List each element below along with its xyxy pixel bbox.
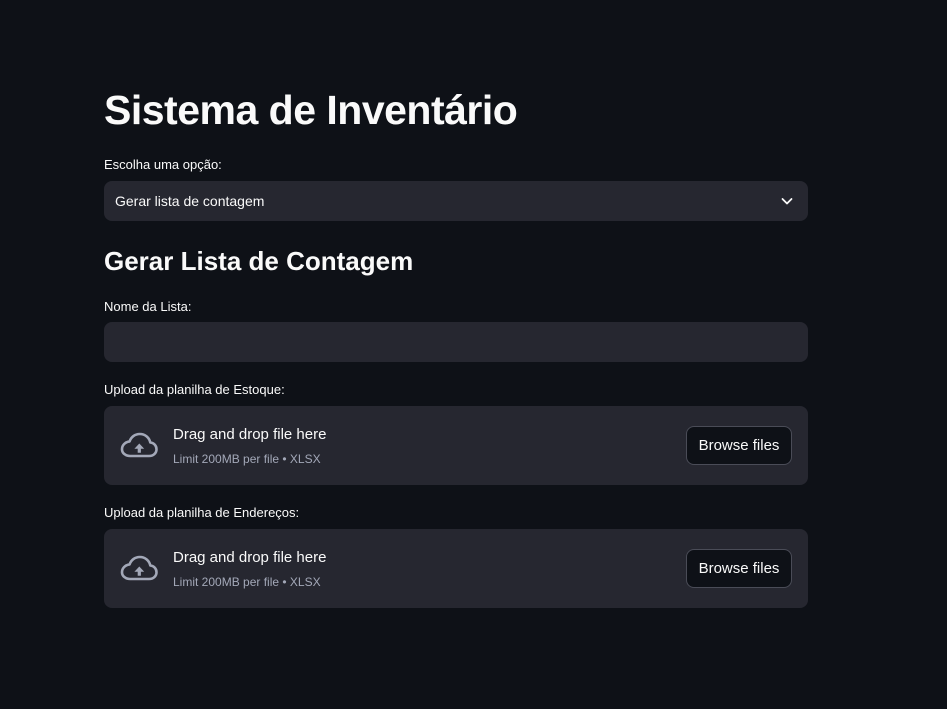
stock-upload-limit-text: Limit 200MB per file • XLSX bbox=[173, 452, 321, 466]
address-upload-limit-text: Limit 200MB per file • XLSX bbox=[173, 575, 321, 589]
stock-upload-instructions: Drag and drop file here Limit 200MB per … bbox=[173, 425, 326, 467]
address-browse-files-button[interactable]: Browse files bbox=[686, 549, 792, 588]
address-upload-instructions: Drag and drop file here Limit 200MB per … bbox=[173, 548, 326, 590]
address-upload-drop-text: Drag and drop file here bbox=[173, 549, 327, 566]
list-name-label: Nome da Lista: bbox=[104, 299, 192, 314]
option-select[interactable]: Gerar lista de contagem bbox=[104, 181, 808, 221]
stock-upload-label: Upload da planilha de Estoque: bbox=[104, 382, 285, 397]
stock-upload-drop-text: Drag and drop file here bbox=[173, 426, 327, 443]
chevron-down-icon[interactable] bbox=[780, 194, 794, 208]
page-title: Sistema de Inventário bbox=[104, 87, 518, 133]
stock-browse-files-button[interactable]: Browse files bbox=[686, 426, 792, 465]
stock-upload-dropzone[interactable]: Drag and drop file here Limit 200MB per … bbox=[104, 406, 808, 485]
option-select-value: Gerar lista de contagem bbox=[115, 193, 265, 209]
list-name-input[interactable] bbox=[104, 322, 808, 362]
address-upload-dropzone[interactable]: Drag and drop file here Limit 200MB per … bbox=[104, 529, 808, 608]
cloud-upload-icon bbox=[120, 432, 158, 458]
cloud-upload-icon bbox=[120, 555, 158, 581]
option-select-label: Escolha uma opção: bbox=[104, 157, 222, 172]
section-title: Gerar Lista de Contagem bbox=[104, 246, 414, 276]
address-upload-label: Upload da planilha de Endereços: bbox=[104, 505, 300, 520]
